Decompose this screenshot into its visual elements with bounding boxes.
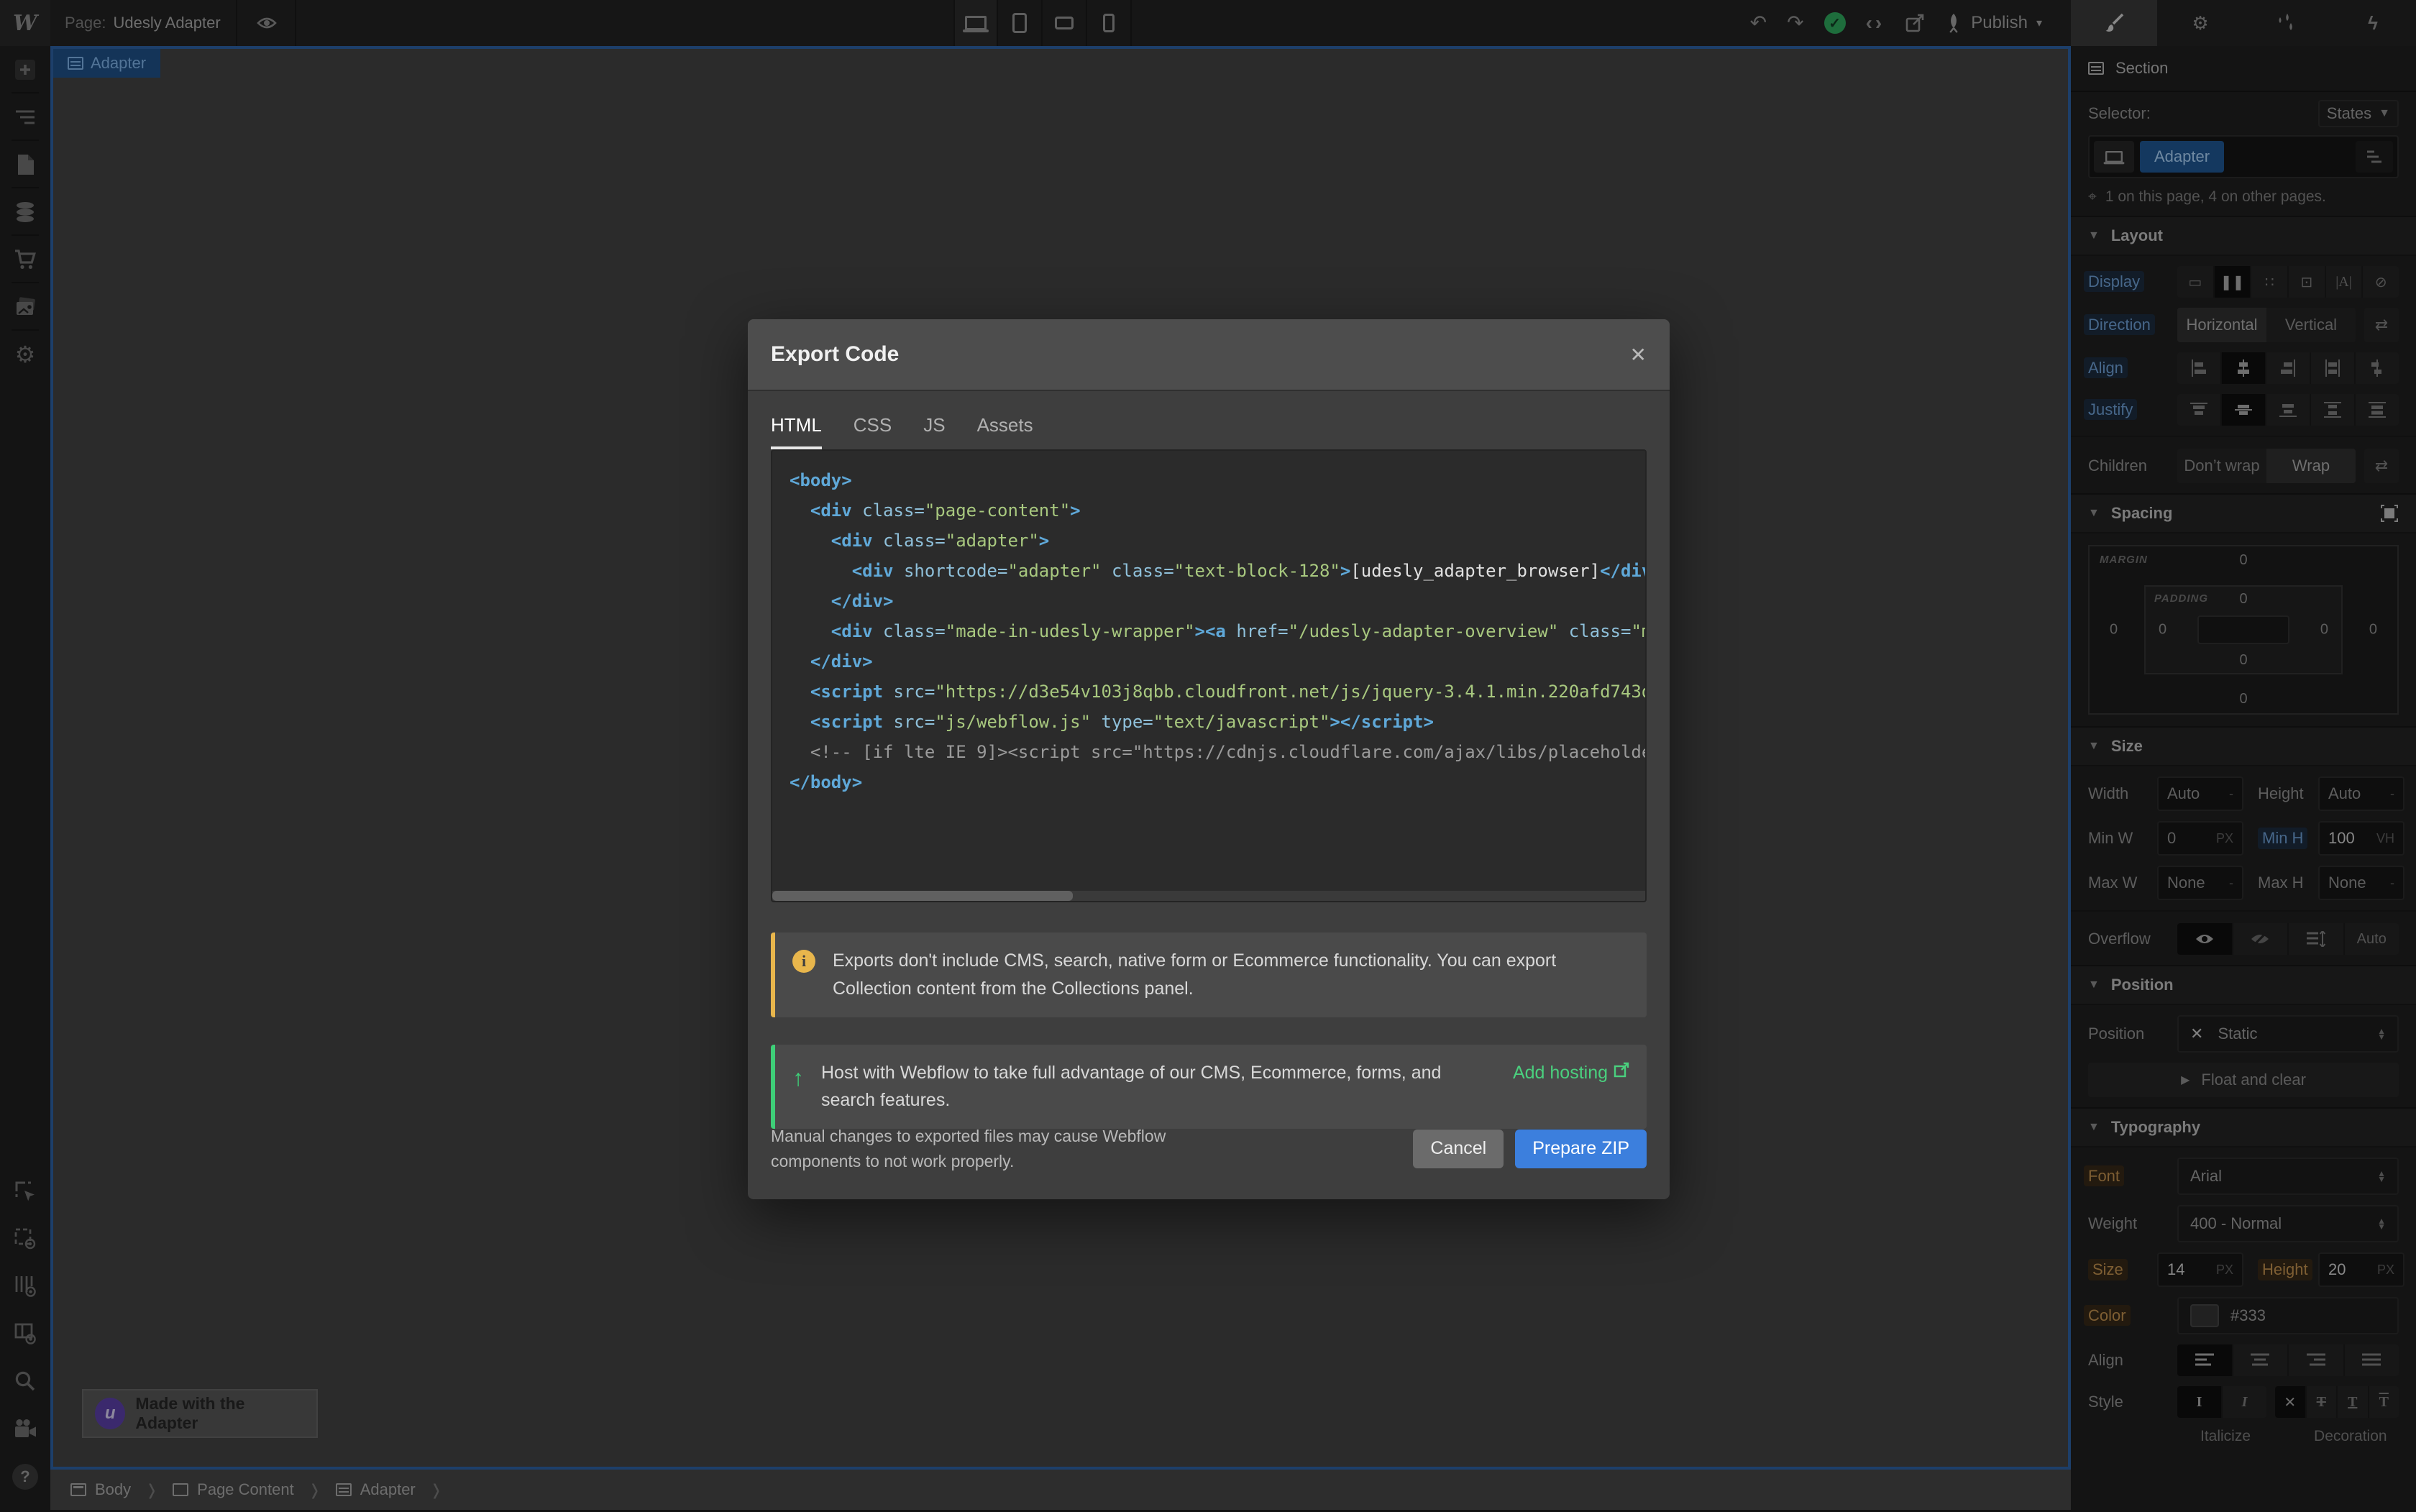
- cancel-button[interactable]: Cancel: [1413, 1130, 1504, 1168]
- modal-header: Export Code ✕: [748, 319, 1670, 391]
- scrollbar-thumb[interactable]: [772, 891, 1073, 901]
- info-text: Exports don't include CMS, search, nativ…: [833, 947, 1629, 1003]
- export-tabs: HTML CSS JS Assets: [748, 391, 1670, 449]
- code-editor[interactable]: <body> <div class="page-content"> <div c…: [771, 449, 1647, 902]
- close-icon[interactable]: ✕: [1630, 343, 1647, 367]
- code-content: <body> <div class="page-content"> <div c…: [772, 451, 1645, 812]
- add-hosting-link[interactable]: Add hosting: [1513, 1059, 1629, 1115]
- modal-title: Export Code: [771, 342, 899, 367]
- footer-note: Manual changes to exported files may cau…: [771, 1124, 1173, 1173]
- info-icon: i: [792, 950, 815, 973]
- external-link-icon: [1614, 1062, 1629, 1078]
- modal-footer: Manual changes to exported files may cau…: [771, 1124, 1647, 1173]
- tab-assets[interactable]: Assets: [977, 414, 1033, 449]
- export-code-modal: Export Code ✕ HTML CSS JS Assets <body> …: [748, 319, 1670, 1199]
- prepare-zip-button[interactable]: Prepare ZIP: [1515, 1130, 1647, 1168]
- tab-js[interactable]: JS: [923, 414, 945, 449]
- tab-css[interactable]: CSS: [854, 414, 892, 449]
- up-arrow-icon: ↑: [792, 1060, 804, 1115]
- export-info-banner: i Exports don't include CMS, search, nat…: [771, 933, 1647, 1017]
- horizontal-scrollbar[interactable]: [772, 891, 1645, 901]
- tab-html[interactable]: HTML: [771, 414, 822, 449]
- hosting-text: Host with Webflow to take full advantage…: [821, 1059, 1475, 1115]
- hosting-banner: ↑ Host with Webflow to take full advanta…: [771, 1045, 1647, 1130]
